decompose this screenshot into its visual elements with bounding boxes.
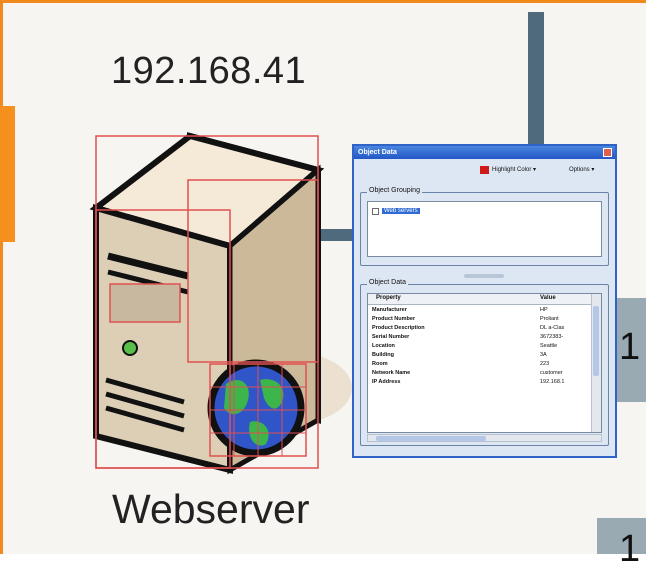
highlight-color-dropdown[interactable]: Highlight Color ▾ — [492, 166, 536, 173]
vertical-scroll-thumb[interactable] — [593, 306, 599, 376]
server-caption: Webserver — [112, 486, 310, 532]
object-grouping-section: Object Grouping Web servers — [360, 187, 609, 266]
highlight-color-swatch[interactable] — [480, 166, 489, 174]
object-data-section: Object Data Property Value Manufacturer H… — [360, 279, 609, 446]
column-header-value[interactable]: Value — [540, 295, 556, 301]
table-row[interactable]: Product Number Proliant — [368, 315, 591, 324]
options-dropdown[interactable]: Options ▾ — [569, 166, 594, 173]
table-row[interactable]: Manufacturer HP — [368, 306, 591, 315]
table-row[interactable]: Building 3A — [368, 351, 591, 360]
table-row[interactable]: Product Description DL a-Clas — [368, 324, 591, 333]
table-row[interactable]: IP Address 192.168.1 — [368, 378, 591, 387]
ip-address-label: 192.168.41 — [111, 50, 307, 92]
table-row[interactable]: Network Name customer — [368, 369, 591, 378]
vertical-scrollbar[interactable] — [591, 294, 601, 432]
object-data-title: Object Data — [367, 279, 408, 286]
object-data-window[interactable]: Object Data Highlight Color ▾ Options ▾ … — [352, 144, 617, 458]
table-row[interactable]: Serial Number 3672383- — [368, 333, 591, 342]
horizontal-scroll-thumb[interactable] — [376, 436, 486, 441]
table-row[interactable]: Room 223 — [368, 360, 591, 369]
horizontal-scrollbar[interactable] — [367, 434, 602, 442]
orange-side-tab — [0, 106, 15, 242]
window-toolbar: Highlight Color ▾ Options ▾ — [354, 162, 615, 178]
side-number-bottom: 1 — [619, 528, 641, 570]
checkbox[interactable] — [372, 208, 379, 215]
side-number-top: 1 — [619, 326, 641, 368]
table-row[interactable]: Location Seattle — [368, 342, 591, 351]
property-table[interactable]: Property Value Manufacturer HP Product Nu… — [367, 293, 602, 433]
table-header: Property Value — [368, 294, 591, 305]
grouping-tree[interactable]: Web servers — [367, 201, 602, 257]
network-connector-vertical — [528, 12, 544, 150]
tree-item-web-servers[interactable]: Web servers — [382, 208, 420, 214]
window-title: Object Data — [354, 146, 615, 159]
object-grouping-title: Object Grouping — [367, 187, 422, 194]
close-icon[interactable] — [603, 148, 612, 157]
column-header-property[interactable]: Property — [376, 295, 401, 301]
webserver-shape[interactable] — [60, 118, 360, 478]
pane-splitter[interactable] — [464, 274, 504, 278]
